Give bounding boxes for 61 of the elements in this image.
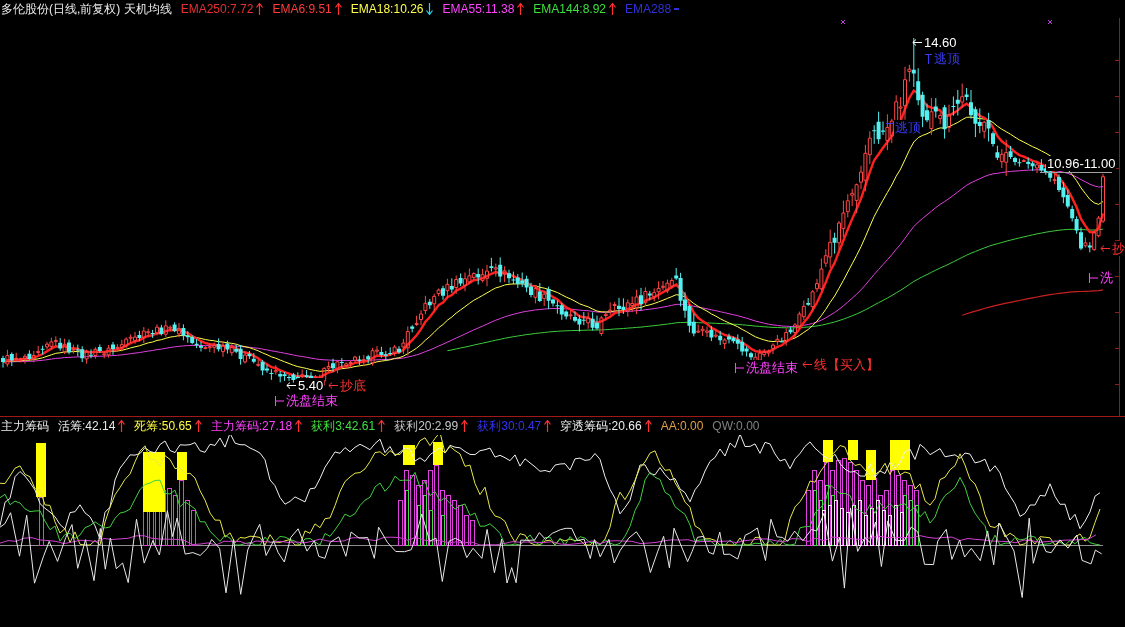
indicator-value: 获利30:0.47 <box>477 419 542 433</box>
highlight-block <box>433 442 443 465</box>
up-arrow-icon <box>644 420 652 432</box>
indicator-value: 活筹:42.14 <box>58 419 116 433</box>
chart-title: 多伦股份(日线,前复权) 天机均线 <box>1 2 172 16</box>
left-arrow-icon <box>802 361 812 368</box>
cross-mark-icon <box>1047 19 1053 25</box>
indicator-value: 获利20:2.99 <box>394 419 459 433</box>
chart-annotation: 14.60 <box>923 35 958 50</box>
up-arrow-icon <box>295 420 303 432</box>
histogram-bar <box>39 497 44 546</box>
indicator-value: EMA288 <box>625 2 672 16</box>
indicator-value: EMA6:9.51 <box>272 2 332 16</box>
up-arrow-icon <box>194 420 202 432</box>
indicator-value: EMA18:10.26 <box>350 2 424 16</box>
up-arrow-icon <box>378 420 386 432</box>
cross-mark-icon <box>840 19 846 25</box>
tick-mark-icon <box>886 122 893 133</box>
chart-annotation: 抄底 <box>339 378 367 393</box>
up-arrow-icon <box>461 420 469 432</box>
down-arrow-icon <box>426 3 434 15</box>
tick-mark-icon <box>735 362 744 373</box>
indicator-value: EMA144:8.92 <box>533 2 607 16</box>
highlight-block <box>890 440 910 470</box>
tick-mark-icon <box>1089 272 1098 283</box>
left-arrow-icon <box>1100 245 1110 252</box>
highlight-block <box>848 440 858 460</box>
up-arrow-icon <box>118 420 126 432</box>
left-arrow-icon <box>286 382 296 389</box>
indicator-value: AA:0.00 <box>660 419 704 433</box>
up-arrow-icon <box>544 420 552 432</box>
chart-annotation: 逃顶 <box>894 120 922 135</box>
left-arrow-icon <box>912 39 922 46</box>
highlight-block <box>866 450 876 480</box>
up-arrow-icon <box>517 3 525 15</box>
chart-annotation: 5.40 <box>297 378 325 393</box>
highlight-block <box>823 440 833 462</box>
indicator-value: EMA250:7.72 <box>180 2 254 16</box>
highlight-block <box>143 452 165 512</box>
left-arrow-icon <box>328 382 338 389</box>
chart-annotation: 10.96-11.00 <box>1046 156 1117 171</box>
up-arrow-icon <box>334 3 342 15</box>
up-arrow-icon <box>609 3 617 15</box>
indicator-value: 死筹:50.65 <box>134 419 192 433</box>
indicator-value: 穿透筹码:20.66 <box>560 419 642 433</box>
up-arrow-icon <box>256 3 264 15</box>
indicator-value: 主力筹码:27.18 <box>210 419 293 433</box>
chart-annotation: 洗 <box>1099 270 1114 285</box>
indicator-value: EMA55:11.38 <box>442 2 515 16</box>
chart-annotation: 洗盘结束 <box>745 360 799 375</box>
tick-mark-icon <box>275 395 284 406</box>
indicator-value: 获利3:42.61 <box>311 419 376 433</box>
chart-annotation: 洗盘结束 <box>285 393 339 408</box>
highlight-block <box>36 443 46 497</box>
indicator-title: 主力筹码 <box>1 419 49 433</box>
chart-annotation: 逃顶 <box>933 51 961 66</box>
chart-annotation: 抄 <box>1111 241 1125 256</box>
indicator-value: QW:0.00 <box>712 419 760 433</box>
highlight-block <box>177 452 187 480</box>
tick-mark-icon <box>925 53 932 64</box>
dash-icon <box>674 8 680 10</box>
